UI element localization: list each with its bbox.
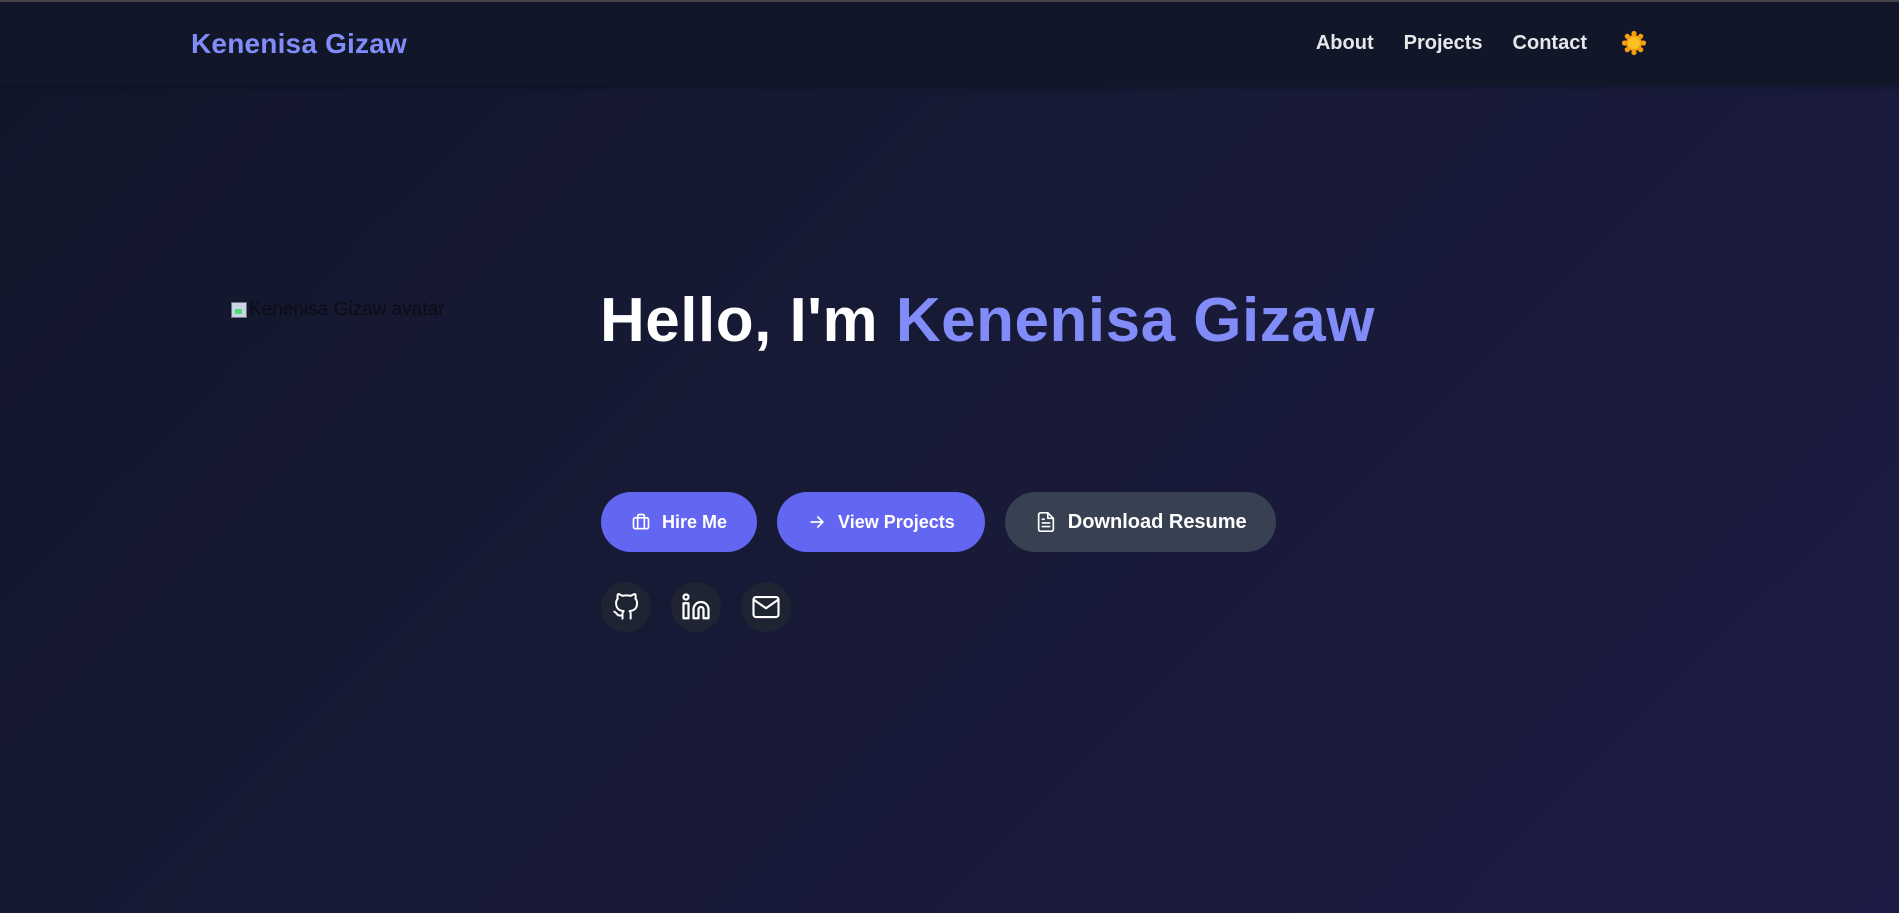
hero-greeting: Hello, I'm — [600, 286, 879, 355]
cta-buttons: Hire Me View Projects Download Resume — [601, 492, 1276, 552]
mail-icon — [752, 595, 780, 619]
linkedin-icon — [682, 593, 710, 620]
nav-link-projects[interactable]: Projects — [1404, 32, 1483, 55]
download-resume-label: Download Resume — [1067, 510, 1247, 533]
hire-me-label: Hire Me — [662, 511, 728, 532]
github-icon — [613, 593, 639, 620]
arrow-right-icon — [810, 516, 824, 528]
avatar-alt-text: Kenenisa Gizaw avatar — [249, 299, 445, 320]
sun-icon — [1621, 30, 1647, 56]
hero-title: Hello, I'm Kenenisa Gizaw — [600, 285, 1375, 357]
hero-name: Kenenisa Gizaw — [895, 286, 1375, 355]
navbar: Kenenisa Gizaw About Projects Contact — [0, 2, 1899, 85]
download-resume-button[interactable]: Download Resume — [1004, 492, 1276, 552]
theme-toggle-button[interactable] — [1621, 30, 1647, 56]
nav-link-about[interactable]: About — [1316, 32, 1374, 55]
social-links — [601, 582, 791, 632]
broken-image-icon — [231, 302, 247, 318]
nav-links: About Projects Contact — [1316, 30, 1647, 56]
brand-logo[interactable]: Kenenisa Gizaw — [191, 28, 407, 60]
view-projects-label: View Projects — [838, 511, 955, 532]
document-icon — [1037, 512, 1054, 532]
github-link[interactable] — [601, 582, 651, 632]
view-projects-button[interactable]: View Projects — [777, 492, 985, 552]
briefcase-icon — [632, 513, 650, 530]
hire-me-button[interactable]: Hire Me — [601, 492, 758, 552]
nav-link-contact[interactable]: Contact — [1513, 32, 1587, 55]
linkedin-link[interactable] — [671, 582, 721, 632]
email-link[interactable] — [741, 582, 791, 632]
avatar: Kenenisa Gizaw avatar — [231, 299, 444, 321]
